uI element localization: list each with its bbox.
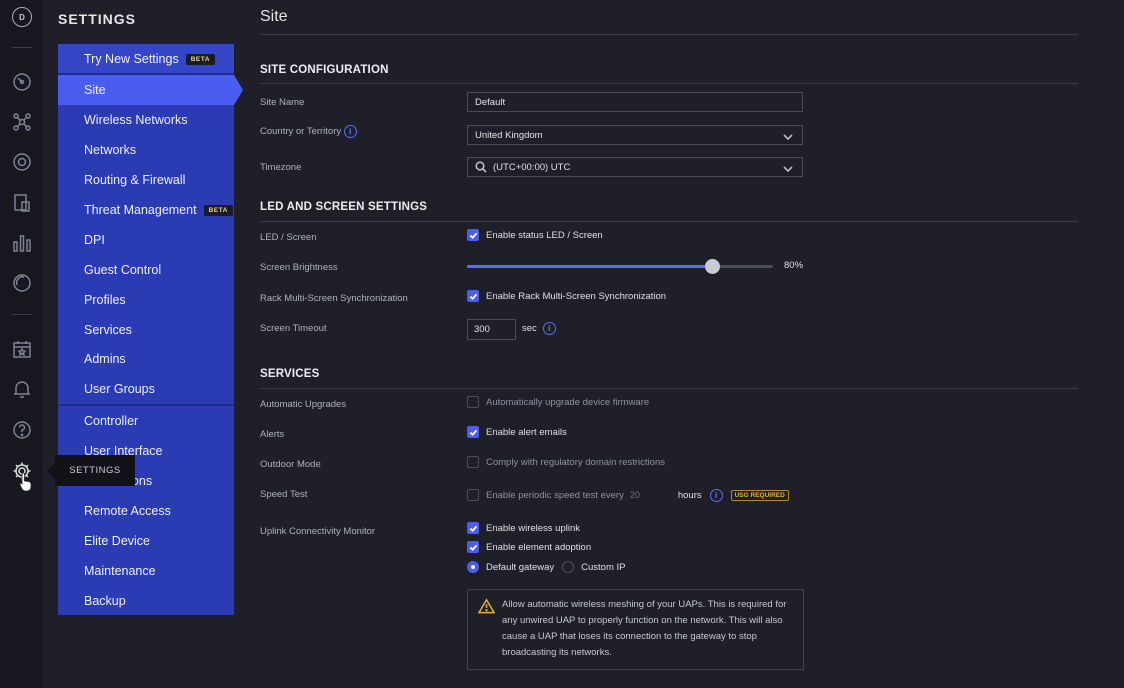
- checkbox-checked-icon: [467, 229, 479, 241]
- timezone-label: Timezone: [260, 162, 302, 173]
- settings-tooltip: SETTINGS: [47, 455, 135, 486]
- element-adoption-checkbox[interactable]: Enable element adoption: [467, 541, 591, 553]
- led-screen-label: LED / Screen: [260, 232, 317, 243]
- section-site-configuration: SITE CONFIGURATION: [260, 64, 389, 76]
- screen-timeout-label: Screen Timeout: [260, 323, 327, 334]
- topology-icon[interactable]: [11, 111, 33, 133]
- help-icon[interactable]: [11, 419, 33, 441]
- info-icon[interactable]: i: [343, 125, 357, 138]
- site-name-label: Site Name: [260, 97, 305, 108]
- led-screen-checkbox[interactable]: Enable status LED / Screen: [467, 229, 603, 241]
- rail-divider: [12, 47, 32, 48]
- beta-badge: BETA: [203, 204, 233, 216]
- nav-item-wireless-networks[interactable]: Wireless Networks: [58, 105, 234, 135]
- chevron-down-icon: [783, 134, 793, 141]
- country-label: Country or Territory i: [260, 125, 357, 138]
- nav-item-networks[interactable]: Networks: [58, 135, 234, 165]
- nav-item-guest-control[interactable]: Guest Control: [58, 255, 234, 285]
- nav-item-remote-access[interactable]: Remote Access: [58, 496, 234, 526]
- mouse-cursor-icon: [19, 472, 33, 492]
- nav-item-dpi[interactable]: DPI: [58, 225, 234, 255]
- nav-item-maintenance[interactable]: Maintenance: [58, 556, 234, 586]
- nav-item-routing-firewall[interactable]: Routing & Firewall: [58, 165, 234, 195]
- nav-item-site[interactable]: Site: [58, 75, 243, 105]
- statistics-icon[interactable]: [11, 232, 33, 254]
- nav-item-backup[interactable]: Backup: [58, 586, 234, 616]
- section-divider: [260, 83, 1078, 84]
- outdoor-mode-label: Outdoor Mode: [260, 459, 321, 470]
- outdoor-mode-checkbox[interactable]: Comply with regulatory domain restrictio…: [467, 456, 665, 468]
- checkbox-checked-icon: [467, 522, 479, 534]
- brightness-value: 80%: [784, 260, 804, 271]
- devices-icon[interactable]: [11, 151, 33, 173]
- auto-upgrades-checkbox[interactable]: Automatically upgrade device firmware: [467, 396, 649, 408]
- nav-item-user-groups[interactable]: User Groups: [58, 374, 234, 404]
- site-name-input[interactable]: Default: [467, 92, 803, 112]
- checkbox-checked-icon: [467, 541, 479, 553]
- brightness-slider-handle[interactable]: [704, 259, 720, 274]
- search-icon: [475, 161, 487, 173]
- speed-test-label: Speed Test: [260, 489, 308, 500]
- nav-item-threat-management[interactable]: Threat Management BETA: [58, 195, 234, 225]
- section-services: SERVICES: [260, 368, 320, 380]
- settings-nav: Try New Settings BETA Site Wireless Netwo…: [58, 44, 243, 616]
- icon-rail: D: [0, 0, 44, 688]
- speed-test-hours-input[interactable]: 20: [630, 488, 672, 502]
- insights-icon[interactable]: [11, 272, 33, 294]
- country-select[interactable]: United Kingdom: [467, 125, 803, 145]
- rack-sync-checkbox[interactable]: Enable Rack Multi-Screen Synchronization: [467, 290, 666, 302]
- checkbox-checked-icon: [467, 290, 479, 302]
- section-led-screen: LED AND SCREEN SETTINGS: [260, 201, 428, 213]
- checkbox-unchecked-icon: [467, 396, 479, 408]
- beta-badge: BETA: [185, 53, 215, 65]
- try-new-settings-link[interactable]: Try New Settings BETA: [58, 44, 234, 74]
- brightness-slider[interactable]: [467, 259, 773, 274]
- alerts-label: Alerts: [260, 429, 285, 440]
- alert-emails-checkbox[interactable]: Enable alert emails: [467, 426, 567, 438]
- controller-logo[interactable]: D: [12, 7, 32, 27]
- screen-timeout-input[interactable]: 300: [467, 319, 516, 340]
- nav-item-elite-device[interactable]: Elite Device: [58, 526, 234, 556]
- screen-timeout-unit: sec i: [522, 322, 556, 335]
- uplink-monitor-label: Uplink Connectivity Monitor: [260, 526, 376, 537]
- usg-required-badge: USG REQUIRED: [730, 489, 789, 501]
- brightness-label: Screen Brightness: [260, 262, 338, 273]
- checkbox-checked-icon: [467, 426, 479, 438]
- chevron-down-icon: [783, 166, 793, 173]
- speed-test-row: Enable periodic speed test every 20 hour…: [467, 488, 789, 502]
- title-divider: [260, 34, 1078, 35]
- checkbox-unchecked-icon: [467, 456, 479, 468]
- section-divider: [260, 388, 1078, 389]
- info-icon[interactable]: i: [542, 322, 556, 335]
- page-title: Site: [260, 8, 288, 25]
- warning-icon: [477, 598, 496, 614]
- radio-unselected-icon[interactable]: [562, 561, 575, 573]
- timezone-select[interactable]: (UTC+00:00) UTC: [467, 157, 803, 177]
- dashboard-icon[interactable]: [11, 71, 33, 93]
- nav-item-controller[interactable]: Controller: [58, 406, 234, 436]
- rack-sync-label: Rack Multi-Screen Synchronization: [260, 293, 408, 304]
- nav-item-admins[interactable]: Admins: [58, 344, 234, 374]
- nav-item-services[interactable]: Services: [58, 315, 234, 345]
- clients-icon[interactable]: [11, 192, 33, 214]
- settings-heading: SETTINGS: [58, 11, 137, 27]
- wireless-uplink-checkbox[interactable]: Enable wireless uplink: [467, 522, 580, 534]
- info-icon[interactable]: i: [709, 488, 723, 502]
- radio-selected-icon[interactable]: [467, 561, 479, 573]
- meshing-warning: Allow automatic wireless meshing of your…: [467, 589, 804, 670]
- gateway-radio-group: Default gateway Custom IP: [467, 561, 625, 573]
- nav-item-profiles[interactable]: Profiles: [58, 285, 234, 315]
- brightness-slider-fill: [467, 265, 712, 268]
- events-icon[interactable]: [11, 338, 33, 360]
- section-divider: [260, 221, 1078, 222]
- auto-upgrades-label: Automatic Upgrades: [260, 399, 347, 410]
- checkbox-unchecked-icon[interactable]: [467, 489, 479, 501]
- alerts-icon[interactable]: [11, 378, 33, 400]
- rail-divider: [12, 314, 32, 315]
